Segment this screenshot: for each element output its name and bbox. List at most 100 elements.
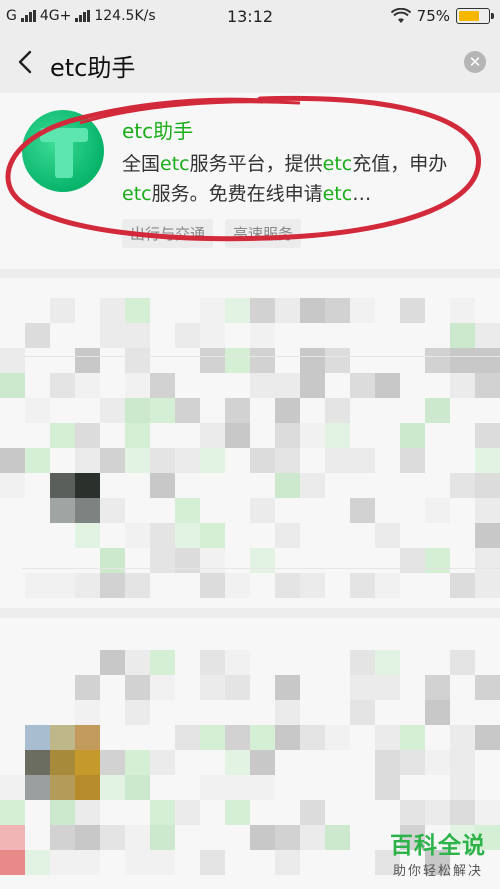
mosaic-tile — [475, 398, 500, 423]
mosaic-tile — [200, 825, 225, 850]
mosaic-tile — [425, 373, 450, 398]
mosaic-tile — [175, 373, 200, 398]
mosaic-tile — [400, 398, 425, 423]
mosaic-tile — [475, 800, 500, 825]
mosaic-tile — [0, 423, 25, 448]
mosaic-tile — [150, 448, 175, 473]
mosaic-tile — [275, 850, 300, 875]
mosaic-tile — [350, 700, 375, 725]
mosaic-tile — [425, 775, 450, 800]
mosaic-tile — [300, 650, 325, 675]
mosaic-tile — [425, 298, 450, 323]
mosaic-tile — [150, 548, 175, 573]
mosaic-tile — [225, 423, 250, 448]
mosaic-tile — [375, 498, 400, 523]
mosaic-tile — [400, 573, 425, 598]
mosaic-tile — [25, 775, 50, 800]
mosaic-tile — [475, 573, 500, 598]
mosaic-tile — [150, 775, 175, 800]
mosaic-tile — [0, 700, 25, 725]
desc-text: 全国 — [122, 153, 161, 175]
mosaic-tile — [350, 775, 375, 800]
mosaic-tile — [475, 775, 500, 800]
mosaic-tile — [275, 775, 300, 800]
mosaic-tile — [450, 298, 475, 323]
mosaic-tile — [225, 850, 250, 875]
mosaic-tile — [450, 398, 475, 423]
mosaic-tile — [300, 850, 325, 875]
mosaic-tile — [50, 700, 75, 725]
mosaic-tile — [125, 348, 150, 373]
mosaic-tile — [0, 348, 25, 373]
mosaic-tile — [375, 675, 400, 700]
search-header: etc助手 ✕ — [0, 34, 500, 92]
mosaic-tile — [75, 423, 100, 448]
mosaic-tile — [450, 800, 475, 825]
mosaic-tile — [425, 548, 450, 573]
desc-text: 充值，申办 — [352, 153, 448, 175]
mosaic-tile — [125, 548, 150, 573]
mosaic-tile — [150, 473, 175, 498]
mosaic-tile — [100, 523, 125, 548]
mosaic-tile — [325, 650, 350, 675]
mosaic-tile — [50, 323, 75, 348]
mosaic-tile — [350, 398, 375, 423]
mosaic-tile — [250, 323, 275, 348]
mosaic-tile — [125, 850, 150, 875]
mosaic-tile — [350, 800, 375, 825]
mosaic-tile — [100, 825, 125, 850]
mosaic-tile — [350, 750, 375, 775]
mosaic-tile — [200, 675, 225, 700]
mosaic-tile — [125, 323, 150, 348]
chevron-left-icon[interactable] — [12, 48, 40, 76]
mosaic-tile — [100, 498, 125, 523]
mosaic-tile — [50, 825, 75, 850]
mosaic-tile — [350, 323, 375, 348]
mosaic-tile — [175, 850, 200, 875]
mosaic-tile — [100, 398, 125, 423]
mosaic-tile — [125, 473, 150, 498]
mosaic-tile — [175, 700, 200, 725]
mosaic-tile — [50, 298, 75, 323]
mosaic-tile — [100, 725, 125, 750]
mosaic-tile — [250, 800, 275, 825]
mosaic-tile — [325, 548, 350, 573]
mosaic-tile — [200, 573, 225, 598]
mosaic-tile — [25, 473, 50, 498]
mosaic-tile — [250, 725, 275, 750]
mosaic-tile — [350, 850, 375, 875]
mosaic-tile — [125, 775, 150, 800]
clear-circle-icon[interactable]: ✕ — [464, 51, 486, 73]
official-account-card[interactable]: etc助手 全国etc服务平台，提供etc充值，申办etc服务。免费在线申请et… — [0, 93, 500, 269]
mosaic-tile — [250, 448, 275, 473]
mosaic-tile — [125, 398, 150, 423]
tag-list: 出行与交通 高速服务 — [122, 219, 302, 248]
mosaic-tile — [375, 448, 400, 473]
mosaic-tile — [250, 675, 275, 700]
mosaic-tile — [475, 423, 500, 448]
mosaic-tile — [175, 825, 200, 850]
mosaic-tile — [175, 675, 200, 700]
mosaic-tile — [225, 750, 250, 775]
mosaic-tile — [275, 423, 300, 448]
mosaic-tile — [125, 725, 150, 750]
mosaic-tile — [125, 650, 150, 675]
mosaic-tile — [250, 298, 275, 323]
mosaic-tile — [175, 348, 200, 373]
mosaic-tile — [50, 725, 75, 750]
tag-item[interactable]: 高速服务 — [225, 219, 302, 248]
mosaic-tile — [300, 775, 325, 800]
mosaic-tile — [325, 423, 350, 448]
mosaic-tile — [150, 498, 175, 523]
mosaic-tile — [50, 448, 75, 473]
watermark-sub: 助你轻松解决 — [392, 864, 483, 879]
mosaic-tile — [175, 523, 200, 548]
mosaic-tile — [50, 800, 75, 825]
mosaic-tile — [150, 650, 175, 675]
tag-item[interactable]: 出行与交通 — [122, 219, 214, 248]
mosaic-tile — [325, 800, 350, 825]
mosaic-tile — [150, 373, 175, 398]
mosaic-tile — [275, 448, 300, 473]
search-input[interactable]: etc助手 — [50, 48, 135, 83]
mosaic-tile — [275, 548, 300, 573]
